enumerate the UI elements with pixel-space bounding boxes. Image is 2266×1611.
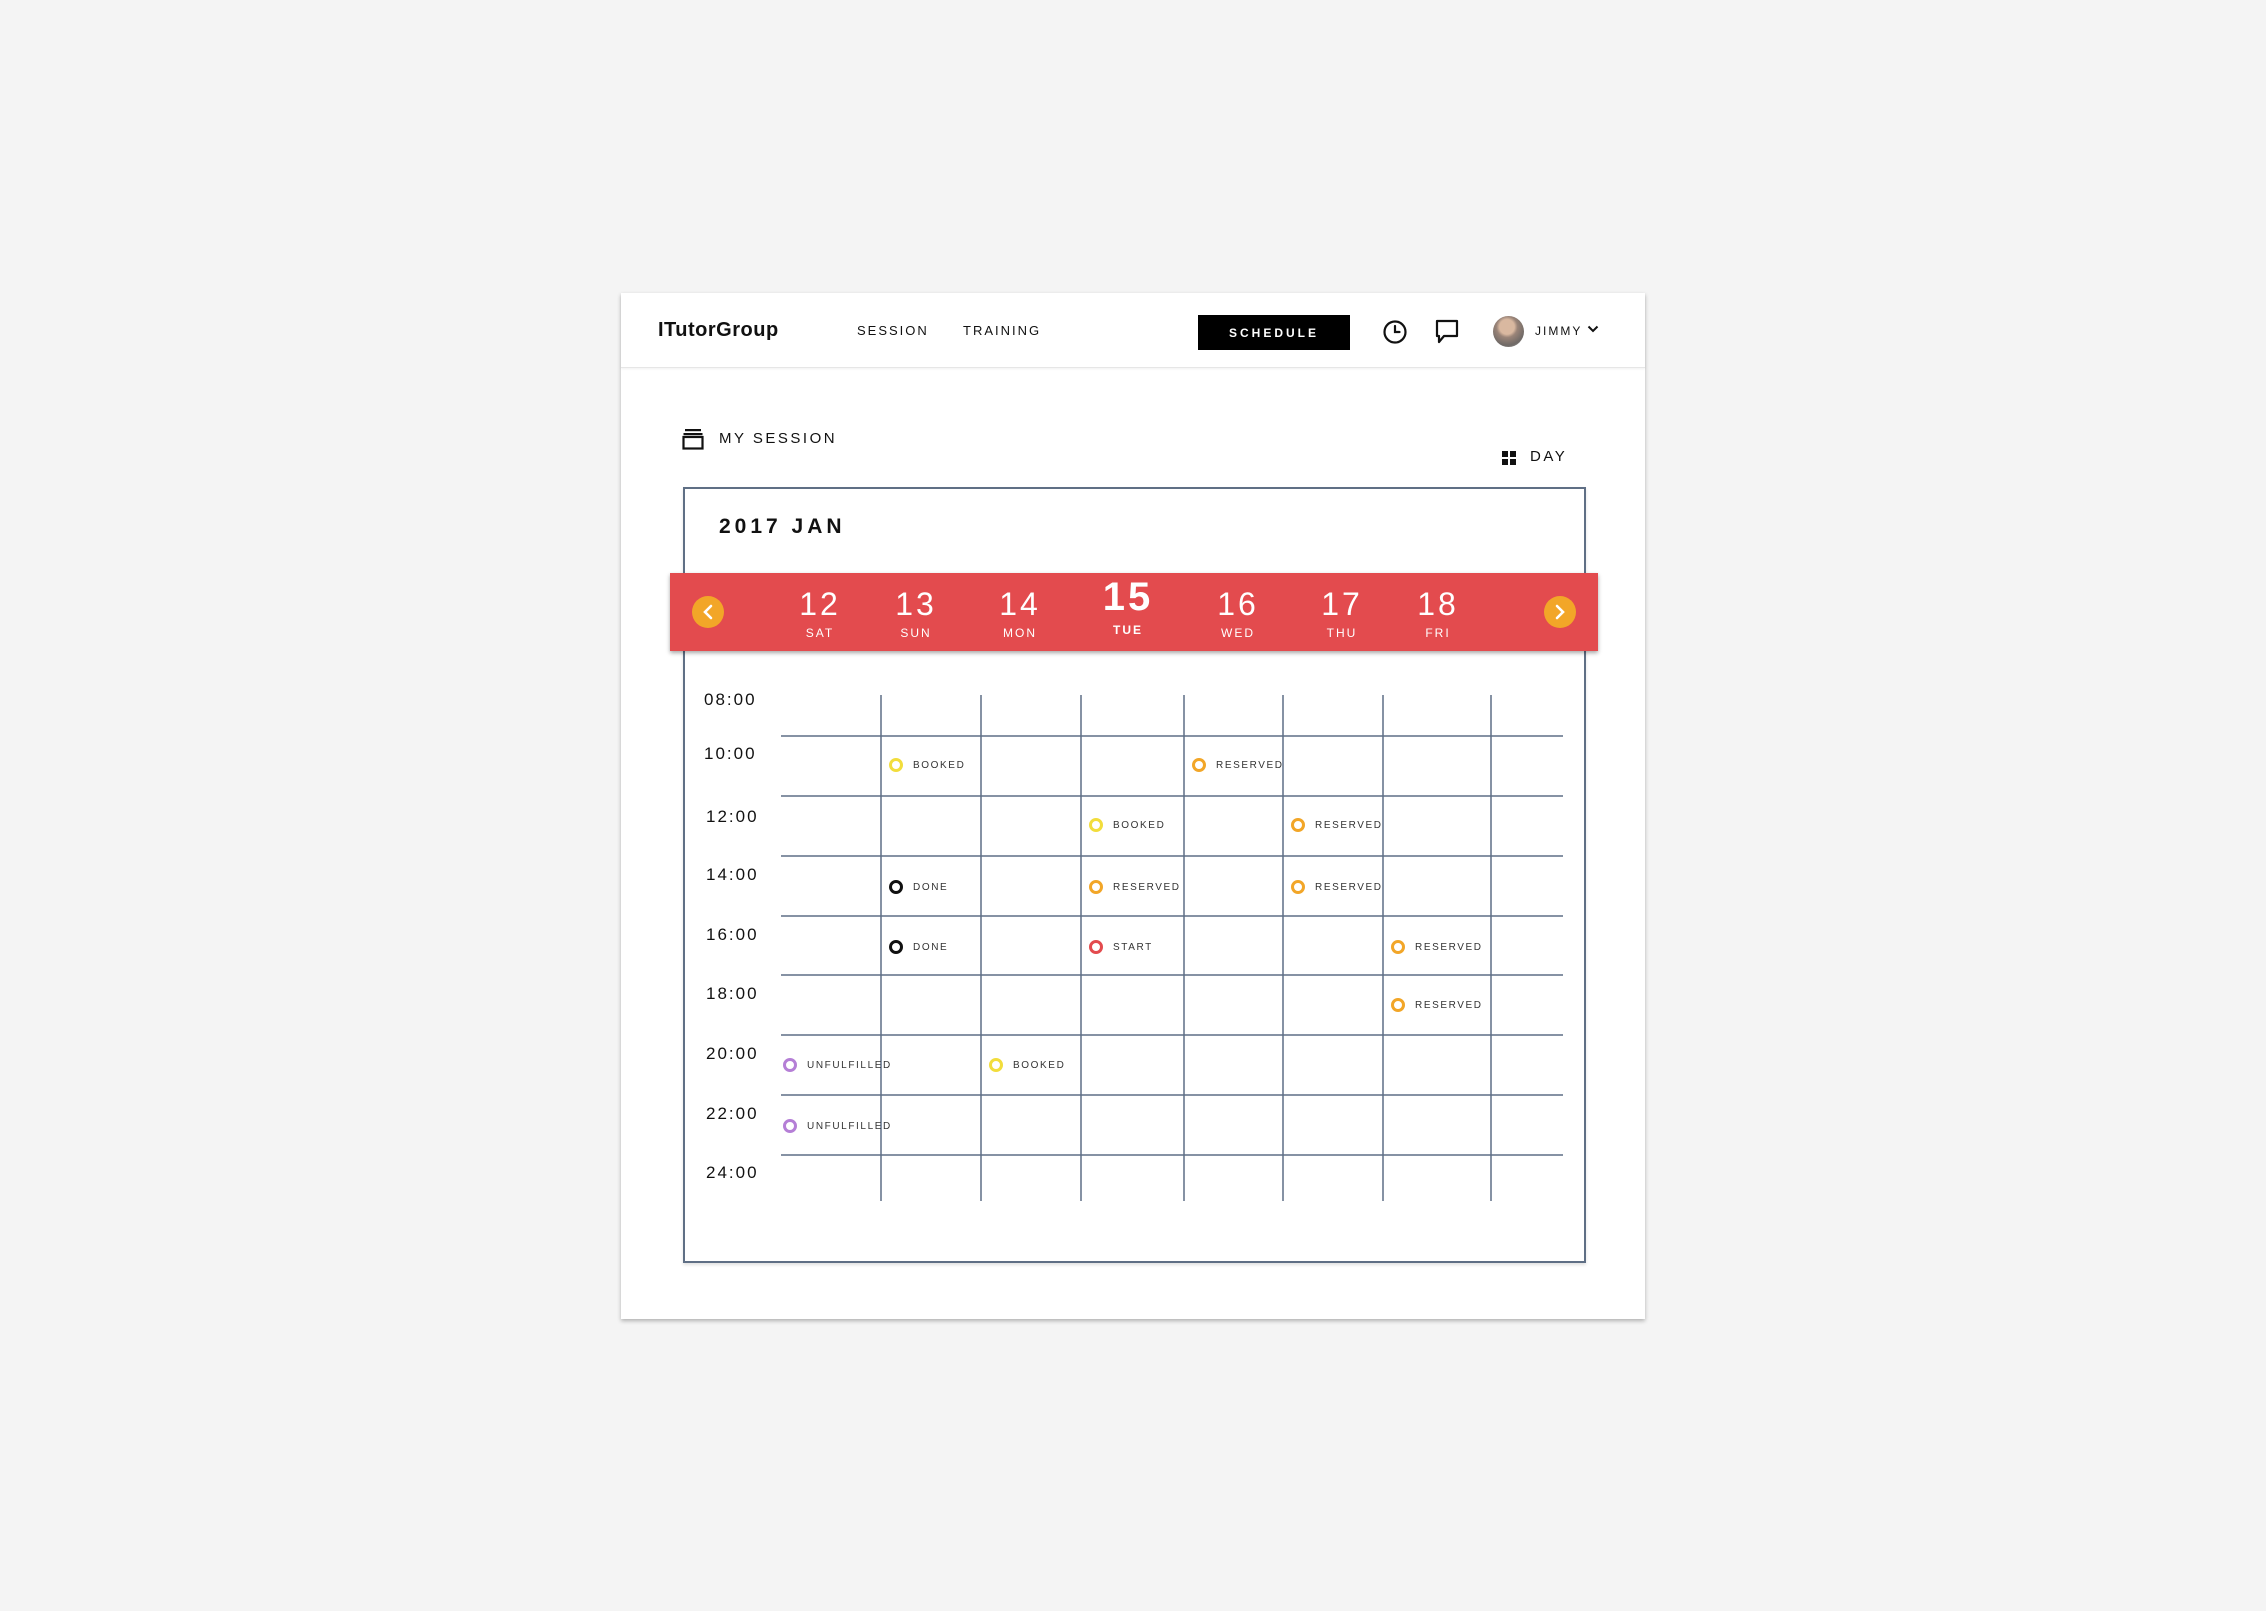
session-slot-start[interactable]: START	[1089, 940, 1153, 954]
session-slot-unfulfilled[interactable]: UNFULFILLED	[783, 1119, 892, 1133]
day-13[interactable]: 13 SUN	[876, 573, 956, 640]
session-slot-reserved[interactable]: RESERVED	[1089, 880, 1181, 894]
session-status-label: RESERVED	[1216, 759, 1284, 771]
day-number: 17	[1321, 586, 1363, 622]
session-slot-unfulfilled[interactable]: UNFULFILLED	[783, 1058, 892, 1072]
status-dot-icon	[783, 1058, 797, 1072]
status-dot-icon	[1192, 758, 1206, 772]
status-dot-icon	[1391, 998, 1405, 1012]
session-status-label: BOOKED	[1113, 819, 1166, 831]
day-number: 16	[1217, 586, 1259, 622]
previous-week-button[interactable]	[692, 596, 724, 628]
chevron-left-icon	[703, 604, 713, 620]
time-label: 20:00	[706, 1044, 759, 1063]
day-17[interactable]: 17 THU	[1302, 573, 1382, 640]
day-name: SAT	[805, 626, 835, 640]
session-status-label: RESERVED	[1415, 941, 1483, 953]
session-status-label: RESERVED	[1113, 881, 1181, 893]
session-slot-done[interactable]: DONE	[889, 940, 948, 954]
day-15[interactable]: 15 TUE	[1088, 573, 1168, 637]
day-number: 15	[1102, 575, 1154, 619]
day-name: WED	[1221, 626, 1255, 640]
time-label: 10:00	[704, 744, 757, 763]
session-slot-reserved[interactable]: RESERVED	[1391, 940, 1483, 954]
day-name: TUE	[1113, 623, 1143, 637]
day-number: 18	[1417, 586, 1459, 622]
session-slot-reserved[interactable]: RESERVED	[1192, 758, 1284, 772]
session-slot-reserved[interactable]: RESERVED	[1291, 818, 1383, 832]
date-strip: 12 SAT 13 SUN 14 MON 15 TUE 16 WED 17 THU 18 FRI	[670, 573, 1598, 651]
status-dot-icon	[889, 940, 903, 954]
session-slot-reserved[interactable]: RESERVED	[1291, 880, 1383, 894]
session-status-label: BOOKED	[1013, 1059, 1066, 1071]
chevron-right-icon	[1555, 604, 1565, 620]
day-name: FRI	[1425, 626, 1451, 640]
status-dot-icon	[1291, 880, 1305, 894]
session-status-label: RESERVED	[1315, 881, 1383, 893]
session-slot-booked[interactable]: BOOKED	[889, 758, 965, 772]
day-18[interactable]: 18 FRI	[1398, 573, 1478, 640]
day-name: THU	[1326, 626, 1358, 640]
status-dot-icon	[889, 758, 903, 772]
session-status-label: BOOKED	[913, 759, 966, 771]
time-label: 22:00	[706, 1104, 759, 1123]
time-label: 14:00	[706, 865, 759, 884]
day-name: MON	[1003, 626, 1037, 640]
session-status-label: RESERVED	[1315, 819, 1383, 831]
next-week-button[interactable]	[1544, 596, 1576, 628]
day-16[interactable]: 16 WED	[1198, 573, 1278, 640]
time-label: 16:00	[706, 925, 759, 944]
session-slot-booked[interactable]: BOOKED	[989, 1058, 1065, 1072]
session-status-label: START	[1113, 941, 1153, 953]
day-number: 13	[895, 586, 937, 622]
session-status-label: DONE	[913, 881, 949, 893]
status-dot-icon	[1089, 880, 1103, 894]
day-number: 14	[999, 586, 1041, 622]
session-slot-booked[interactable]: BOOKED	[1089, 818, 1165, 832]
day-number: 12	[799, 586, 841, 622]
status-dot-icon	[783, 1119, 797, 1133]
status-dot-icon	[1089, 940, 1103, 954]
session-status-label: UNFULFILLED	[807, 1059, 892, 1071]
status-dot-icon	[1391, 940, 1405, 954]
time-label: 12:00	[706, 807, 759, 826]
day-14[interactable]: 14 MON	[980, 573, 1060, 640]
status-dot-icon	[989, 1058, 1003, 1072]
session-status-label: RESERVED	[1415, 999, 1483, 1011]
day-12[interactable]: 12 SAT	[780, 573, 860, 640]
time-label: 08:00	[704, 690, 757, 709]
session-slot-done[interactable]: DONE	[889, 880, 948, 894]
time-label: 18:00	[706, 984, 759, 1003]
session-status-label: UNFULFILLED	[807, 1120, 892, 1132]
status-dot-icon	[889, 880, 903, 894]
status-dot-icon	[1291, 818, 1305, 832]
session-status-label: DONE	[913, 941, 949, 953]
time-label: 24:00	[706, 1163, 759, 1182]
day-name: SUN	[900, 626, 932, 640]
session-slot-reserved[interactable]: RESERVED	[1391, 998, 1483, 1012]
app-window: ITutorGroup SESSION TRAINING SCHEDULE JI…	[621, 293, 1645, 1319]
status-dot-icon	[1089, 818, 1103, 832]
